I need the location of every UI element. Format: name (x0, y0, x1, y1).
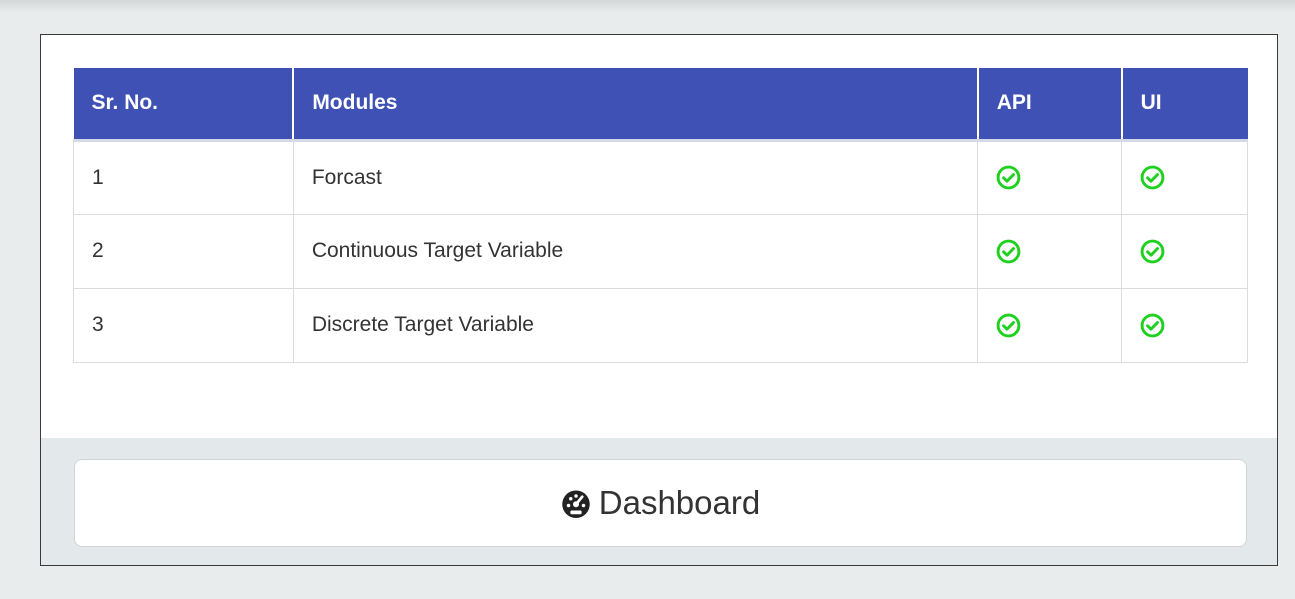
check-circle-icon (1140, 313, 1165, 337)
modules-card: Sr. No. Modules API UI 1 Forcast 2 Conti… (40, 34, 1278, 566)
header-sr-no: Sr. No. (73, 68, 294, 142)
check-circle-icon (996, 313, 1021, 337)
cell-sr-no: 2 (73, 213, 294, 289)
cell-api (977, 213, 1123, 289)
cell-sr-no: 1 (73, 139, 294, 215)
check-circle-icon (1140, 239, 1165, 263)
check-circle-icon (996, 165, 1021, 190)
cell-ui (1121, 213, 1248, 289)
cell-module: Continuous Target Variable (292, 213, 979, 289)
cell-ui (1121, 139, 1248, 215)
table-row: 3 Discrete Target Variable (73, 287, 1248, 363)
cell-sr-no: 3 (73, 287, 294, 363)
header-api: API (976, 68, 1122, 142)
cell-ui (1121, 287, 1248, 363)
cell-module: Forcast (292, 139, 979, 215)
card-body: Sr. No. Modules API UI 1 Forcast 2 Conti… (41, 35, 1277, 438)
card-footer: Dashboard (41, 438, 1277, 565)
header-ui: UI (1120, 68, 1248, 142)
table-row: 1 Forcast (73, 139, 1248, 215)
dashboard-button[interactable]: Dashboard (74, 459, 1247, 547)
dashboard-gauge-icon (562, 490, 590, 518)
cell-api (977, 287, 1123, 363)
header-modules: Modules (292, 68, 978, 142)
table-header-row: Sr. No. Modules API UI (73, 68, 1248, 142)
check-circle-icon (996, 239, 1021, 263)
check-circle-icon (1140, 165, 1165, 190)
table-row: 2 Continuous Target Variable (73, 213, 1248, 289)
cell-api (977, 139, 1123, 215)
dashboard-label: Dashboard (598, 484, 761, 521)
modules-table: Sr. No. Modules API UI 1 Forcast 2 Conti… (73, 68, 1248, 363)
top-shadow (0, 0, 1295, 12)
cell-module: Discrete Target Variable (292, 287, 979, 363)
